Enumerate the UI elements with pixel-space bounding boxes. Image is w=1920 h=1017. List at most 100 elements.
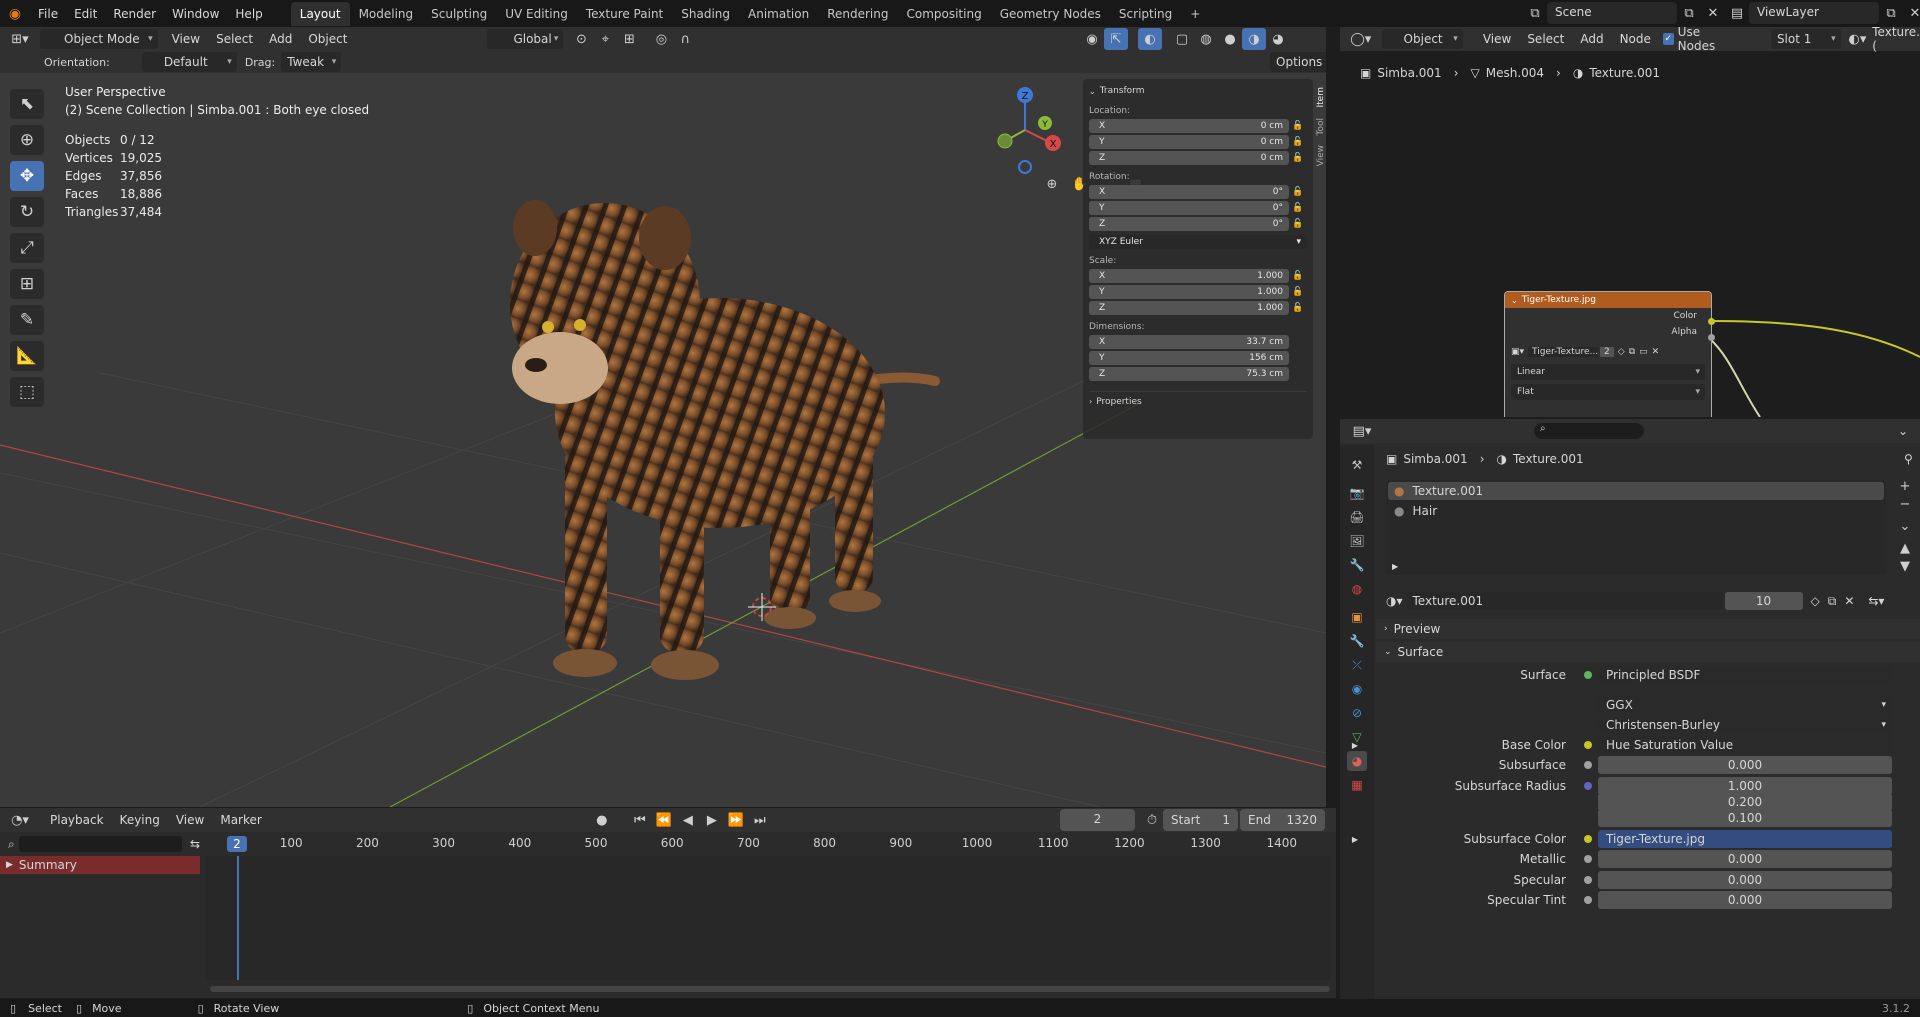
viewport-menu-add[interactable]: Add: [261, 28, 300, 50]
options-button[interactable]: Options: [1270, 52, 1326, 72]
record-icon[interactable]: ●: [590, 809, 614, 831]
play-icon[interactable]: ▶: [700, 809, 724, 831]
blender-logo-icon[interactable]: ◉: [0, 6, 30, 22]
property-value-specular-tint[interactable]: 0.000: [1598, 891, 1892, 909]
tab-compositing[interactable]: Compositing: [897, 2, 990, 26]
world-tab-icon[interactable]: ◍: [1347, 579, 1367, 599]
projection-dropdown[interactable]: Flat: [1511, 384, 1705, 400]
current-frame-field[interactable]: 2: [1060, 809, 1135, 831]
output-tab-icon[interactable]: 🖨: [1347, 507, 1367, 527]
properties-options-icon[interactable]: ⌄: [1898, 424, 1908, 438]
tab-shading[interactable]: Shading: [672, 2, 739, 26]
properties-panel-title[interactable]: Properties: [1096, 397, 1141, 407]
socket-icon[interactable]: [1584, 761, 1592, 769]
material-slot-item[interactable]: ● Hair: [1388, 502, 1884, 520]
interpolation-dropdown[interactable]: Linear: [1511, 364, 1705, 380]
socket-icon[interactable]: [1584, 896, 1592, 904]
add-slot-icon[interactable]: +: [1896, 477, 1914, 495]
end-frame-field[interactable]: 1320: [1286, 813, 1317, 827]
object-tab-icon[interactable]: ▣: [1347, 607, 1367, 627]
menu-window[interactable]: Window: [164, 3, 227, 25]
property-value-field[interactable]: 0.100: [1598, 809, 1892, 827]
viewport-menu-select[interactable]: Select: [208, 28, 261, 50]
tab-uv-editing[interactable]: UV Editing: [496, 2, 577, 26]
drag-dropdown[interactable]: Tweak: [281, 52, 342, 72]
open-image-icon[interactable]: ▭: [1639, 347, 1648, 357]
tab-geometry-nodes[interactable]: Geometry Nodes: [991, 2, 1110, 26]
expand-socket-icon[interactable]: ▶: [1340, 835, 1370, 844]
remove-slot-icon[interactable]: −: [1896, 495, 1914, 513]
lock-icon[interactable]: 🔓: [1289, 303, 1307, 313]
tab-sculpting[interactable]: Sculpting: [422, 2, 496, 26]
move-tool-icon[interactable]: ✥: [10, 161, 44, 191]
property-value-subsurface-color[interactable]: Tiger-Texture.jpg: [1598, 830, 1892, 848]
tab-texture-paint[interactable]: Texture Paint: [577, 2, 672, 26]
location-z-input[interactable]: Z 0 cm: [1089, 150, 1289, 165]
tiger-cub-model[interactable]: [510, 200, 940, 680]
socket-icon[interactable]: [1584, 855, 1592, 863]
scale-tool-icon[interactable]: ⤢: [10, 233, 44, 263]
unlink-image-icon[interactable]: ✕: [1652, 347, 1660, 357]
viewport-menu-view[interactable]: View: [164, 28, 208, 50]
play-reverse-icon[interactable]: ◀: [676, 809, 700, 831]
location-x-input[interactable]: X 0 cm: [1089, 118, 1289, 133]
start-frame-field[interactable]: 1: [1222, 813, 1230, 827]
properties-search-input[interactable]: ⌕: [1534, 423, 1644, 439]
measure-tool-icon[interactable]: 📐: [10, 341, 44, 371]
lock-icon[interactable]: 🔓: [1289, 121, 1307, 131]
tab-item[interactable]: Item: [1316, 87, 1326, 108]
properties-editor-type-icon[interactable]: ▤▾: [1350, 420, 1374, 442]
new-material-icon[interactable]: ⧉: [1828, 594, 1837, 609]
menu-file[interactable]: File: [30, 3, 66, 25]
move-slot-up-icon[interactable]: ▲: [1896, 539, 1914, 557]
lock-icon[interactable]: 🔓: [1289, 287, 1307, 297]
timeline-menu-keying[interactable]: Keying: [112, 809, 168, 831]
jump-start-icon[interactable]: ⏮: [628, 809, 652, 831]
select-tool-icon[interactable]: ⬉: [10, 89, 44, 119]
property-value-metallic[interactable]: 0.000: [1598, 850, 1892, 868]
copy-scene-icon[interactable]: ⧉: [1677, 2, 1701, 24]
close-scene-icon[interactable]: ✕: [1701, 2, 1725, 24]
socket-icon[interactable]: [1584, 671, 1592, 679]
tab-layout[interactable]: Layout: [290, 1, 350, 26]
shader-node-editor[interactable]: ◯▾ Object ViewSelectAddNode ✓ Use Nodes …: [1340, 27, 1920, 417]
rotation-z-input[interactable]: Z 0°: [1089, 216, 1289, 231]
rotation-mode-dropdown[interactable]: XYZ Euler ▾: [1089, 234, 1307, 249]
cursor-tool-icon[interactable]: ⊕: [10, 125, 44, 155]
swap-icon[interactable]: ⇆: [190, 837, 200, 851]
overlay-icon[interactable]: ◐: [1138, 28, 1162, 50]
property-value-base-color[interactable]: Hue Saturation Value: [1598, 736, 1892, 754]
expand-summary-icon[interactable]: ▶: [6, 860, 13, 870]
tab-rendering[interactable]: Rendering: [818, 2, 897, 26]
falloff-icon[interactable]: ∩: [673, 28, 697, 50]
surface-panel-header[interactable]: ⌄ Surface: [1376, 642, 1920, 662]
annotate-tool-icon[interactable]: ✎: [10, 305, 44, 335]
property-value-subsurface[interactable]: 0.000: [1598, 756, 1892, 774]
expand-socket-icon[interactable]: ▶: [1340, 741, 1370, 750]
timeline-search-input[interactable]: [18, 836, 182, 852]
orientation-dropdown[interactable]: Default: [141, 52, 237, 72]
location-y-input[interactable]: Y 0 cm: [1089, 134, 1289, 149]
timeline-search-icon[interactable]: ⌕: [8, 837, 15, 852]
xray-icon[interactable]: ▢: [1170, 28, 1194, 50]
scene-selector[interactable]: Scene: [1547, 2, 1677, 24]
view-layer-tab-icon[interactable]: 🖼: [1347, 531, 1367, 551]
add-cube-tool-icon[interactable]: ⬚: [10, 377, 44, 407]
socket-icon[interactable]: [1584, 835, 1592, 843]
move-slot-down-icon[interactable]: ▼: [1896, 557, 1914, 575]
socket-icon[interactable]: [1584, 782, 1592, 790]
transform-panel-title[interactable]: Transform: [1100, 86, 1145, 96]
material-shading-icon[interactable]: ◑: [1242, 28, 1266, 50]
editor-type-icon[interactable]: ⊞▾: [8, 28, 32, 50]
menu-edit[interactable]: Edit: [66, 3, 105, 25]
rendered-shading-icon[interactable]: ◕: [1266, 28, 1290, 50]
lock-icon[interactable]: 🔓: [1289, 137, 1307, 147]
view-layer-selector[interactable]: ViewLayer: [1749, 2, 1879, 24]
dimensions-z-input[interactable]: Z 75.3 cm: [1089, 366, 1289, 381]
timeline-editor-type-icon[interactable]: ◔▾: [8, 809, 32, 831]
mode-selector[interactable]: Object Mode: [40, 29, 158, 49]
scene-tab-icon[interactable]: 🔧: [1347, 555, 1367, 575]
lock-icon[interactable]: 🔓: [1289, 271, 1307, 281]
timeline-keyframe-area[interactable]: [205, 856, 1330, 980]
tab-animation[interactable]: Animation: [739, 2, 818, 26]
